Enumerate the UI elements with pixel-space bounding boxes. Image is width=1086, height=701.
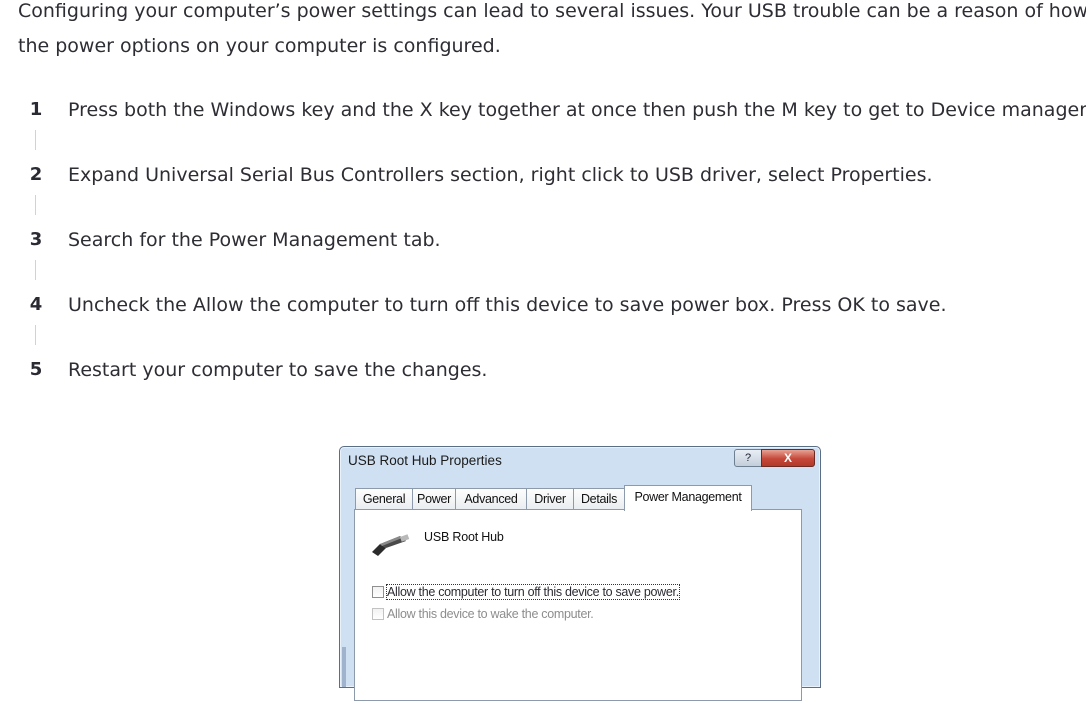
dialog-title: USB Root Hub Properties — [348, 453, 502, 468]
step-number: 1 — [22, 90, 50, 130]
dialog-tabs: General Power Advanced Driver Details Po… — [355, 485, 795, 511]
allow-wake-label: Allow this device to wake the computer. — [387, 607, 594, 621]
allow-turn-off-checkbox[interactable] — [372, 586, 384, 598]
step-item: 3 Search for the Power Management tab. — [0, 220, 1086, 260]
step-item: 4 Uncheck the Allow the computer to turn… — [0, 285, 1086, 325]
help-button[interactable]: ? — [734, 449, 762, 467]
step-number: 4 — [22, 285, 50, 325]
tab-general[interactable]: General — [355, 488, 413, 510]
step-number: 5 — [22, 350, 50, 390]
device-name: USB Root Hub — [424, 530, 504, 544]
step-text: Search for the Power Management tab. — [68, 229, 441, 251]
step-text: Uncheck the Allow the computer to turn o… — [68, 294, 947, 316]
step-item: 2 Expand Universal Serial Bus Controller… — [0, 155, 1086, 195]
intro-paragraph: Configuring your computer’s power settin… — [18, 0, 1086, 57]
allow-turn-off-label: Allow the computer to turn off this devi… — [386, 584, 680, 600]
usb-properties-dialog: USB Root Hub Properties ? X General Powe… — [339, 446, 821, 701]
step-number: 3 — [22, 220, 50, 260]
tab-power-management[interactable]: Power Management — [624, 485, 752, 511]
allow-turn-off-option[interactable]: Allow the computer to turn off this devi… — [372, 584, 680, 600]
step-text: Restart your computer to save the change… — [68, 359, 488, 381]
step-item: 5 Restart your computer to save the chan… — [0, 350, 1086, 390]
step-number: 2 — [22, 155, 50, 195]
step-text: Press both the Windows key and the X key… — [68, 99, 1086, 121]
allow-wake-option: Allow this device to wake the computer. — [372, 606, 594, 622]
step-text: Expand Universal Serial Bus Controllers … — [68, 164, 933, 186]
tab-advanced[interactable]: Advanced — [455, 488, 527, 510]
tab-driver[interactable]: Driver — [526, 488, 574, 510]
tab-power[interactable]: Power — [412, 488, 456, 510]
usb-plug-icon — [372, 534, 410, 556]
step-item: 1 Press both the Windows key and the X k… — [0, 90, 1086, 130]
dialog-frame-edge — [342, 647, 346, 687]
close-button[interactable]: X — [761, 449, 815, 467]
allow-wake-checkbox — [372, 608, 384, 620]
power-management-panel: USB Root Hub Allow the computer to turn … — [354, 509, 802, 701]
tab-details[interactable]: Details — [573, 488, 625, 510]
